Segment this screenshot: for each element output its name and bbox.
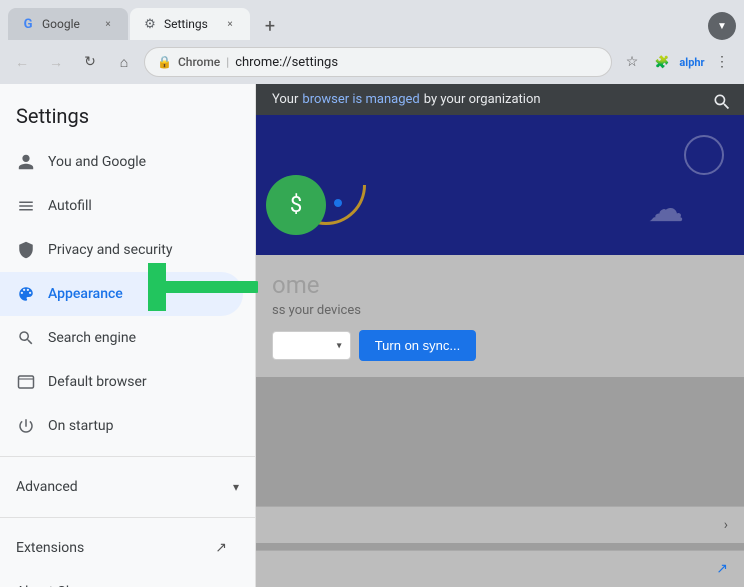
sidebar-divider — [0, 456, 255, 457]
sidebar-item-you-and-google[interactable]: You and Google — [0, 140, 243, 184]
banner-dot-decoration — [334, 199, 342, 207]
search-icon — [16, 328, 36, 348]
person-icon — [16, 152, 36, 172]
content-extensions-arrow: › — [724, 517, 728, 533]
autofill-label: Autofill — [48, 198, 227, 214]
address-actions: ☆ 🧩 alphr ⋮ — [618, 48, 736, 76]
content-area: Your browser is managed by your organiza… — [256, 84, 744, 587]
on-startup-label: On startup — [48, 418, 227, 434]
browser-managed-link[interactable]: browser is managed — [302, 92, 419, 107]
sidebar-item-extensions[interactable]: Extensions ↗ — [0, 526, 243, 570]
sidebar-item-appearance[interactable]: Appearance — [0, 272, 243, 316]
back-button[interactable]: ← — [8, 48, 36, 76]
extensions-row[interactable]: › — [256, 506, 744, 543]
browser-window: G Google × ⚙ Settings × + ▼ ← → ↻ ⌂ 🔒 Ch… — [0, 0, 744, 587]
address-input[interactable]: 🔒 Chrome | chrome://settings — [144, 47, 612, 77]
sidebar: Settings You and Google Autofill — [0, 84, 256, 587]
security-icon: 🔒 — [157, 55, 172, 69]
tab-google-title: Google — [42, 17, 94, 31]
new-tab-button[interactable]: + — [256, 12, 284, 40]
settings-title: Settings — [0, 84, 255, 140]
notice-text-before: Your — [272, 92, 298, 107]
card-actions: ▾ Turn on sync... — [272, 330, 728, 361]
sidebar-advanced[interactable]: Advanced ▾ — [0, 465, 255, 509]
content-about-arrow: ↗ — [716, 561, 728, 577]
extensions-external-icon: ↗ — [215, 540, 227, 556]
account-dropdown[interactable]: ▾ — [272, 331, 351, 360]
you-and-google-label: You and Google — [48, 154, 227, 170]
banner-circle-decoration — [684, 135, 724, 175]
settings-favicon: ⚙ — [142, 16, 158, 32]
shield-icon — [16, 240, 36, 260]
card-title-text: ome — [272, 271, 319, 299]
profile-name-button[interactable]: alphr — [678, 48, 706, 76]
home-button[interactable]: ⌂ — [110, 48, 138, 76]
chevron-down-icon: ▾ — [233, 480, 239, 494]
palette-icon — [16, 284, 36, 304]
autofill-icon — [16, 196, 36, 216]
banner-cloud-icon: ☁ — [648, 188, 684, 230]
tab-google-close[interactable]: × — [100, 16, 116, 32]
turn-on-sync-button[interactable]: Turn on sync... — [359, 330, 477, 361]
tab-settings[interactable]: ⚙ Settings × — [130, 8, 250, 40]
address-url: chrome://settings — [235, 55, 338, 70]
site-name: Chrome — [178, 55, 220, 69]
sidebar-item-about-chrome[interactable]: About Chrome ↗ — [0, 570, 243, 587]
content-search-button[interactable] — [712, 92, 732, 116]
about-chrome-row[interactable]: ↗ — [256, 550, 744, 587]
advanced-label: Advanced — [16, 479, 221, 495]
card-title: ome — [272, 271, 728, 299]
extensions-button[interactable]: 🧩 — [648, 48, 676, 76]
sidebar-item-on-startup[interactable]: On startup — [0, 404, 243, 448]
power-icon — [16, 416, 36, 436]
sidebar-divider-2 — [0, 517, 255, 518]
tab-google[interactable]: G Google × — [8, 8, 128, 40]
notice-text-after: by your organization — [424, 92, 541, 107]
search-engine-label: Search engine — [48, 330, 227, 346]
banner-area: $ ☁ — [256, 115, 744, 255]
tab-bar: G Google × ⚙ Settings × + ▼ — [0, 0, 744, 40]
dropdown-value — [283, 338, 322, 353]
sidebar-item-default-browser[interactable]: Default browser — [0, 360, 243, 404]
reload-button[interactable]: ↻ — [76, 48, 104, 76]
card-subtitle-text: ss your devices — [272, 303, 361, 318]
notice-bar: Your browser is managed by your organiza… — [256, 84, 744, 115]
bookmark-button[interactable]: ☆ — [618, 48, 646, 76]
main-area: Settings You and Google Autofill — [0, 84, 744, 587]
card-subtitle: ss your devices — [272, 303, 728, 318]
address-divider: | — [226, 55, 229, 69]
appearance-label: Appearance — [48, 286, 227, 302]
extensions-label: Extensions — [16, 540, 203, 556]
address-bar: ← → ↻ ⌂ 🔒 Chrome | chrome://settings ☆ 🧩… — [0, 40, 744, 84]
tab-settings-close[interactable]: × — [222, 16, 238, 32]
sidebar-item-privacy[interactable]: Privacy and security — [0, 228, 243, 272]
privacy-label: Privacy and security — [48, 242, 227, 258]
forward-button[interactable]: → — [42, 48, 70, 76]
default-browser-icon — [16, 372, 36, 392]
dropdown-arrow-icon: ▾ — [337, 340, 342, 351]
tab-settings-title: Settings — [164, 17, 216, 31]
sidebar-item-autofill[interactable]: Autofill — [0, 184, 243, 228]
banner-profile-circle: $ — [266, 175, 326, 235]
sidebar-item-search-engine[interactable]: Search engine — [0, 316, 243, 360]
card-area: ome ss your devices ▾ Turn on sync... — [256, 255, 744, 377]
google-favicon: G — [20, 16, 36, 32]
profile-button[interactable]: ▼ — [708, 12, 736, 40]
menu-button[interactable]: ⋮ — [708, 48, 736, 76]
default-browser-label: Default browser — [48, 374, 227, 390]
